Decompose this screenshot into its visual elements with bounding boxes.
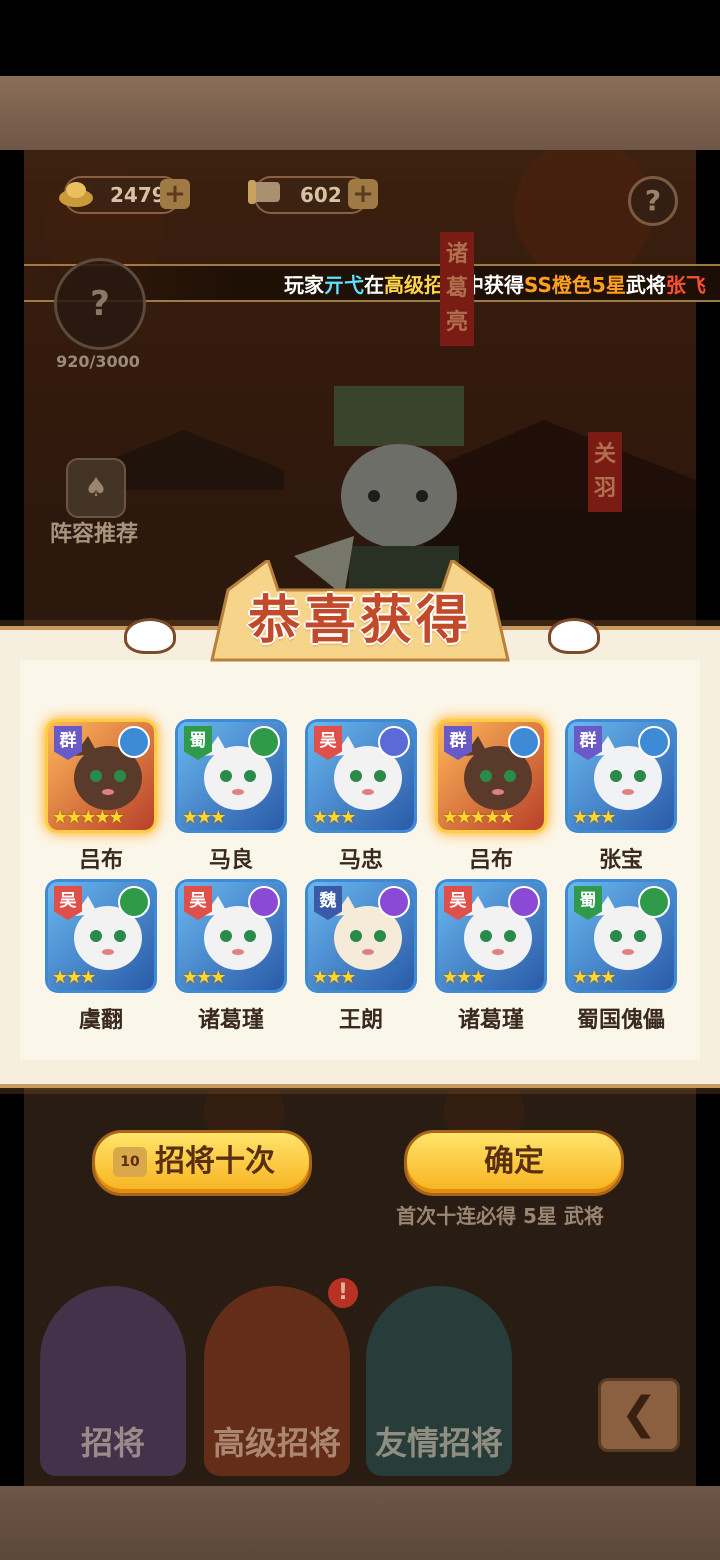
hero-name: 诸葛瑾 — [457, 1008, 524, 1033]
star-rating: ★★★ — [182, 967, 226, 988]
tab-recruit-label: 招将 — [80, 1424, 145, 1462]
hero-name: 马忠 — [338, 848, 383, 873]
tab-recruit[interactable]: 招将 — [40, 1286, 186, 1476]
confirm-button[interactable]: 确定 — [404, 1130, 624, 1196]
lineup-recommend-label[interactable]: 阵容推荐 — [34, 516, 154, 548]
reward-title-plate: 恭喜获得 — [208, 560, 512, 668]
tab-friend-recruit[interactable]: 友情招将 — [366, 1286, 512, 1476]
hero-class-icon — [118, 886, 150, 918]
hero-class-icon — [508, 886, 540, 918]
ticker-mid3: 武将 — [625, 273, 666, 297]
hero-card[interactable]: 吴 ★★★ — [438, 882, 544, 990]
star-rating: ★★★ — [572, 807, 616, 828]
recruit-ten-label: 招将十次 — [155, 1144, 275, 1179]
star-rating: ★★★ — [312, 967, 356, 988]
gold-add-button[interactable]: + — [160, 179, 190, 209]
help-button[interactable]: ? — [628, 176, 678, 226]
recruit-ten-button[interactable]: 10 招将十次 — [92, 1130, 312, 1196]
gold-counter: 24794 + — [59, 176, 190, 214]
ticker-mid1: 在 — [364, 273, 384, 297]
hero-name: 诸葛瑾 — [197, 1008, 264, 1033]
scroll-counter: 602 + — [248, 176, 378, 214]
hero-class-icon — [248, 726, 280, 758]
top-frame — [0, 76, 720, 150]
star-rating: ★★★ — [572, 967, 616, 988]
banner-right: 关羽 — [588, 432, 622, 512]
hero-card[interactable]: 群 ★★★★★ — [48, 722, 154, 830]
gold-ingot-icon — [59, 182, 93, 207]
reward-title: 恭喜获得 — [247, 591, 472, 651]
hero-class-icon — [508, 726, 540, 758]
hero-class-icon — [378, 726, 410, 758]
hero-name: 虞翻 — [78, 1008, 123, 1033]
paw-left-icon — [124, 618, 176, 654]
star-rating: ★★★ — [182, 807, 226, 828]
hero-class-icon — [638, 726, 670, 758]
ticker-grade: SS橙色5星 — [524, 273, 626, 297]
ticker-hero: 张飞 — [665, 273, 706, 297]
hero-name: 吕布 — [468, 848, 513, 873]
banner-left: 诸葛亮 — [440, 232, 474, 346]
ticker-prefix: 玩家 — [284, 273, 324, 297]
hero-name: 王朗 — [338, 1008, 383, 1033]
hero-class-icon — [378, 886, 410, 918]
hero-card[interactable]: 吴 ★★★ — [48, 882, 154, 990]
back-button[interactable]: ❮ — [598, 1378, 680, 1452]
lineup-card-icon[interactable]: ♠ — [66, 458, 126, 518]
hero-card[interactable]: 群 ★★★★★ — [438, 722, 544, 830]
hero-card[interactable]: 蜀 ★★★ — [178, 722, 284, 830]
confirm-label: 确定 — [484, 1144, 544, 1179]
notification-badge: ! — [328, 1278, 358, 1308]
hero-card[interactable]: 群 ★★★ — [568, 722, 674, 830]
lucky-orb-button[interactable]: ? — [54, 258, 146, 350]
star-rating: ★★★ — [312, 807, 356, 828]
hero-class-icon — [638, 886, 670, 918]
ticker-text: 玩家亓弋在高级招将中获得SS橙色5星武将张飞 — [284, 269, 706, 298]
hero-name: 吕布 — [78, 848, 123, 873]
tab-advanced-recruit-label: 高级招将 — [212, 1424, 341, 1462]
hero-card[interactable]: 吴 ★★★ — [308, 722, 414, 830]
hero-name: 蜀国傀儡 — [576, 1008, 665, 1033]
tab-advanced-recruit[interactable]: 高级招将 — [204, 1286, 350, 1476]
ticker-player: 亓弋 — [324, 273, 364, 297]
hero-card[interactable]: 魏 ★★★ — [308, 882, 414, 990]
star-rating: ★★★★★ — [52, 807, 125, 828]
star-rating: ★★★ — [442, 967, 486, 988]
hero-name: 张宝 — [598, 848, 643, 873]
scroll-icon — [248, 180, 280, 204]
hero-card[interactable]: 吴 ★★★ — [178, 882, 284, 990]
bottom-frame — [0, 1486, 720, 1560]
hero-name: 马良 — [208, 848, 253, 873]
star-rating: ★★★★★ — [442, 807, 515, 828]
status-bar — [0, 0, 720, 76]
hero-class-icon — [248, 886, 280, 918]
star-rating: ★★★ — [52, 967, 96, 988]
orb-progress-text: 920/3000 — [56, 352, 140, 371]
hero-class-icon — [118, 726, 150, 758]
recruit-ten-badge-icon: 10 — [113, 1147, 147, 1177]
hero-card[interactable]: 蜀 ★★★ — [568, 882, 674, 990]
paw-right-icon — [548, 618, 600, 654]
scroll-value: 602 — [300, 183, 342, 207]
first-ten-guarantee-note: 首次十连必得 5星 武将 — [396, 1204, 604, 1228]
scroll-add-button[interactable]: + — [348, 179, 378, 209]
tab-friend-recruit-label: 友情招将 — [374, 1424, 503, 1462]
